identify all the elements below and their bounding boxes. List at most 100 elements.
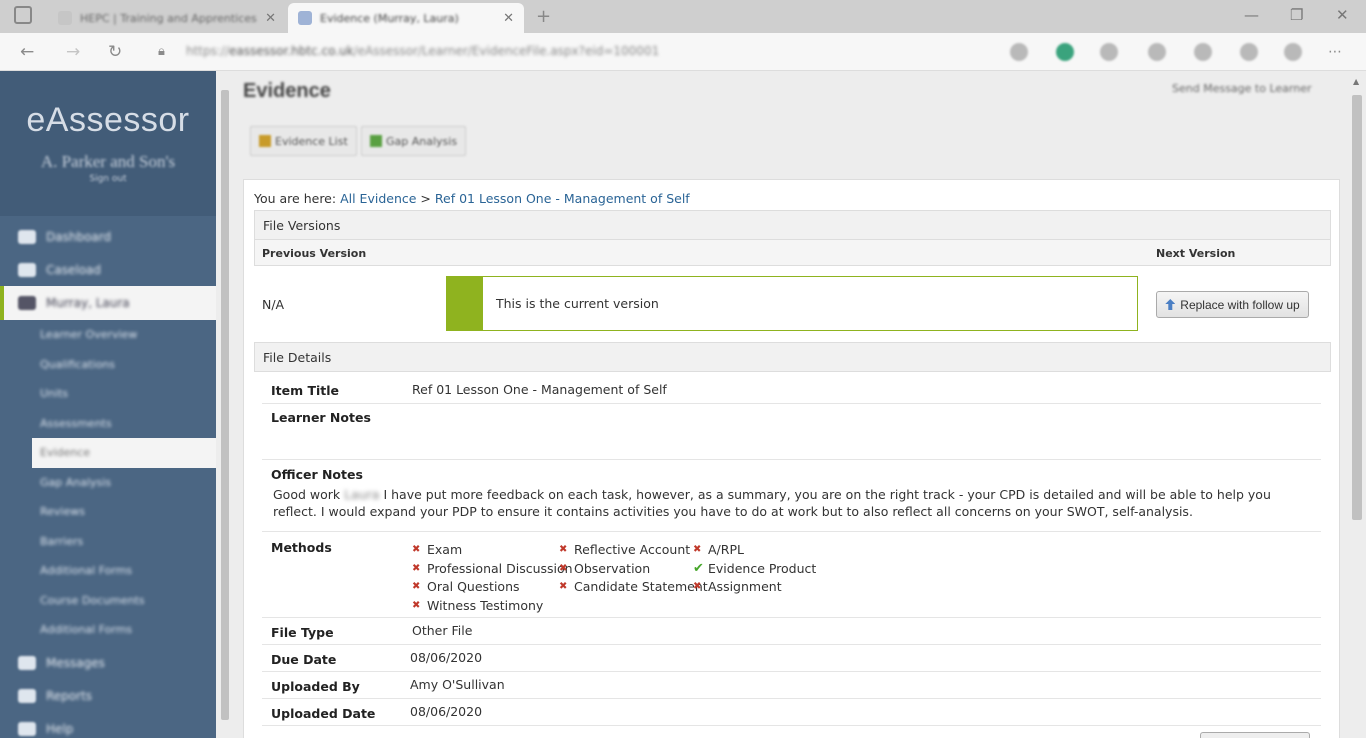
sidebar-item-help[interactable]: Help (0, 713, 216, 738)
tab-actions-icon[interactable] (14, 6, 32, 24)
learner-notes-row: Learner Notes (262, 404, 1321, 460)
item-title-row: Item Title Ref 01 Lesson One - Managemen… (262, 378, 1321, 404)
lock-icon[interactable]: 🔒︎ (158, 44, 165, 59)
organisation-name: A. Parker and Son's (40, 152, 176, 171)
sidebar-subitem[interactable]: Gap Analysis (0, 468, 216, 498)
sidebar-item-reports[interactable]: Reports (0, 680, 216, 713)
gap-analysis-button[interactable]: Gap Analysis (361, 126, 467, 156)
sidebar-subitem[interactable]: Barriers (0, 527, 216, 557)
sidebar-subitem[interactable]: Course Documents (0, 586, 216, 616)
uploaded-by-row: Uploaded By Amy O'Sullivan (262, 672, 1321, 699)
sidebar-subitem[interactable]: Reviews (0, 497, 216, 527)
methods-column: ✖ Reflective Account ✖ Observation ✖ Candid… (559, 540, 708, 596)
officer-notes-row: Officer Notes Good work Laura I have put… (262, 460, 1321, 532)
chart-icon (370, 135, 382, 147)
back-icon[interactable]: ← (20, 42, 34, 62)
breadcrumb-current[interactable]: Ref 01 Lesson One - Management of Self (435, 191, 690, 206)
extension-icon[interactable] (1240, 43, 1258, 61)
page-scrollbar[interactable]: ▲ (1350, 75, 1364, 738)
favorite-icon[interactable] (1010, 43, 1028, 61)
method-item: ✔ Evidence Product (693, 560, 817, 576)
sidebar-subitem[interactable]: Units (0, 379, 216, 409)
cross-icon: ✖ (559, 581, 568, 593)
next-version-label: Next Version (1156, 247, 1236, 260)
breadcrumb-all-evidence[interactable]: All Evidence (340, 191, 416, 206)
scroll-up-icon[interactable]: ▲ (1353, 77, 1359, 86)
officer-notes-text: Good work Laura I have put more feedback… (273, 487, 1271, 519)
sidebar-subitem[interactable]: Assessments (0, 409, 216, 439)
sidebar-item-messages[interactable]: Messages (0, 647, 216, 680)
address-bar: ← → ↻ 🔒︎ https://eassessor.hbtc.co.uk/eA… (0, 33, 1366, 71)
method-item: ✖ Candidate Statement (559, 579, 708, 595)
method-item: ✖ Professional Discussion (412, 560, 573, 576)
sidebar-subitem[interactable]: Additional Forms (0, 615, 216, 645)
evidence-panel: You are here: All Evidence > Ref 01 Less… (243, 179, 1340, 738)
tab-close-icon[interactable]: ✕ (265, 11, 276, 26)
method-item: ✖ Exam (412, 541, 463, 557)
sidebar-subitem-evidence[interactable]: Evidence (32, 438, 216, 468)
forward-icon[interactable]: → (66, 42, 80, 62)
due-date-value: 08/06/2020 (410, 650, 483, 665)
maximize-icon[interactable]: ❐ (1290, 6, 1303, 24)
reload-icon[interactable]: ↻ (108, 42, 122, 62)
help-icon (18, 722, 36, 736)
sidebar-subitem[interactable]: Additional Forms (0, 556, 216, 586)
page-title: Evidence (243, 80, 331, 102)
sidebar-item-learner[interactable]: Murray, Laura (0, 286, 216, 320)
item-title-value: Ref 01 Lesson One - Management of Self (412, 382, 667, 397)
cross-icon: ✖ (559, 562, 568, 574)
check-icon: ✔ (693, 560, 704, 576)
tab-favicon-icon (58, 11, 72, 25)
sidebar-scrollbar[interactable] (219, 80, 231, 730)
tab-title: HEPC | Training and Apprentices (80, 11, 257, 25)
method-item: ✖ Witness Testimony (412, 597, 544, 613)
current-version-box: This is the current version (446, 276, 1138, 331)
sidebar-item-caseload[interactable]: Caseload (0, 253, 216, 286)
dashboard-icon (18, 229, 36, 244)
due-date-row: Due Date 08/06/2020 (262, 645, 1321, 672)
method-item: ✖ Assignment (693, 579, 782, 595)
browser-tab-bar: HEPC | Training and Apprentices ✕ Eviden… (0, 0, 1366, 33)
methods-column: ✖ Exam ✖ Professional Discussion ✖ Oral Que… (412, 540, 573, 615)
upload-icon (1165, 299, 1176, 310)
extension-icon[interactable] (1148, 43, 1166, 61)
methods-row: Methods ✖ Exam ✖ Professional Discussion ✖… (262, 532, 1321, 618)
method-item: ✖ Reflective Account (559, 541, 691, 557)
scrollbar-thumb[interactable] (1352, 95, 1362, 520)
previous-version-label: Previous Version (262, 247, 367, 260)
history-icon[interactable] (1194, 43, 1212, 61)
tab-inactive[interactable]: HEPC | Training and Apprentices ✕ (48, 3, 286, 33)
scrollbar-thumb[interactable] (221, 90, 229, 720)
menu-icon[interactable]: ⋯ (1328, 44, 1342, 60)
sign-out-link[interactable]: Sign out (0, 174, 216, 184)
minimize-icon[interactable]: — (1244, 6, 1259, 24)
action-button[interactable] (1200, 732, 1310, 738)
cross-icon: ✖ (412, 543, 421, 555)
breadcrumb: You are here: All Evidence > Ref 01 Less… (254, 191, 690, 206)
sidebar-item-dashboard[interactable]: Dashboard (0, 220, 216, 253)
sidebar-subitem[interactable]: Learner Overview (0, 320, 216, 350)
messages-icon (18, 656, 36, 670)
previous-version-value: N/A (262, 297, 285, 312)
sidebar-header: eAssessor A. Parker and Son's Sign out (0, 71, 216, 216)
url-field[interactable]: https://eassessor.hbtc.co.uk/eAssessor/L… (186, 44, 659, 58)
sidebar-nav: Dashboard Caseload Murray, Laura Learner… (0, 220, 216, 738)
extension-icon[interactable] (1100, 43, 1118, 61)
send-message-link[interactable]: Send Message to Learner (1172, 82, 1311, 95)
current-version-indicator (447, 277, 483, 330)
tab-close-icon[interactable]: ✕ (503, 11, 514, 26)
profile-icon[interactable] (1284, 43, 1302, 61)
method-item: ✖ Observation (559, 560, 651, 576)
brand-logo[interactable]: eAssessor (0, 71, 216, 140)
evidence-list-button[interactable]: Evidence List (250, 126, 357, 156)
sidebar: eAssessor A. Parker and Son's Sign out D… (0, 71, 216, 738)
new-tab-icon[interactable]: + (536, 6, 551, 27)
method-item: ✖ A/RPL (693, 541, 744, 557)
file-type-row: File Type Other File (262, 618, 1321, 645)
window-close-icon[interactable]: ✕ (1336, 6, 1349, 24)
replace-with-follow-up-button[interactable]: Replace with follow up (1156, 291, 1309, 318)
sidebar-subitem[interactable]: Qualifications (0, 350, 216, 380)
extension-icon[interactable] (1056, 43, 1074, 61)
tab-active[interactable]: Evidence (Murray, Laura) ✕ (288, 3, 524, 33)
file-versions-header: File Versions (254, 210, 1331, 240)
